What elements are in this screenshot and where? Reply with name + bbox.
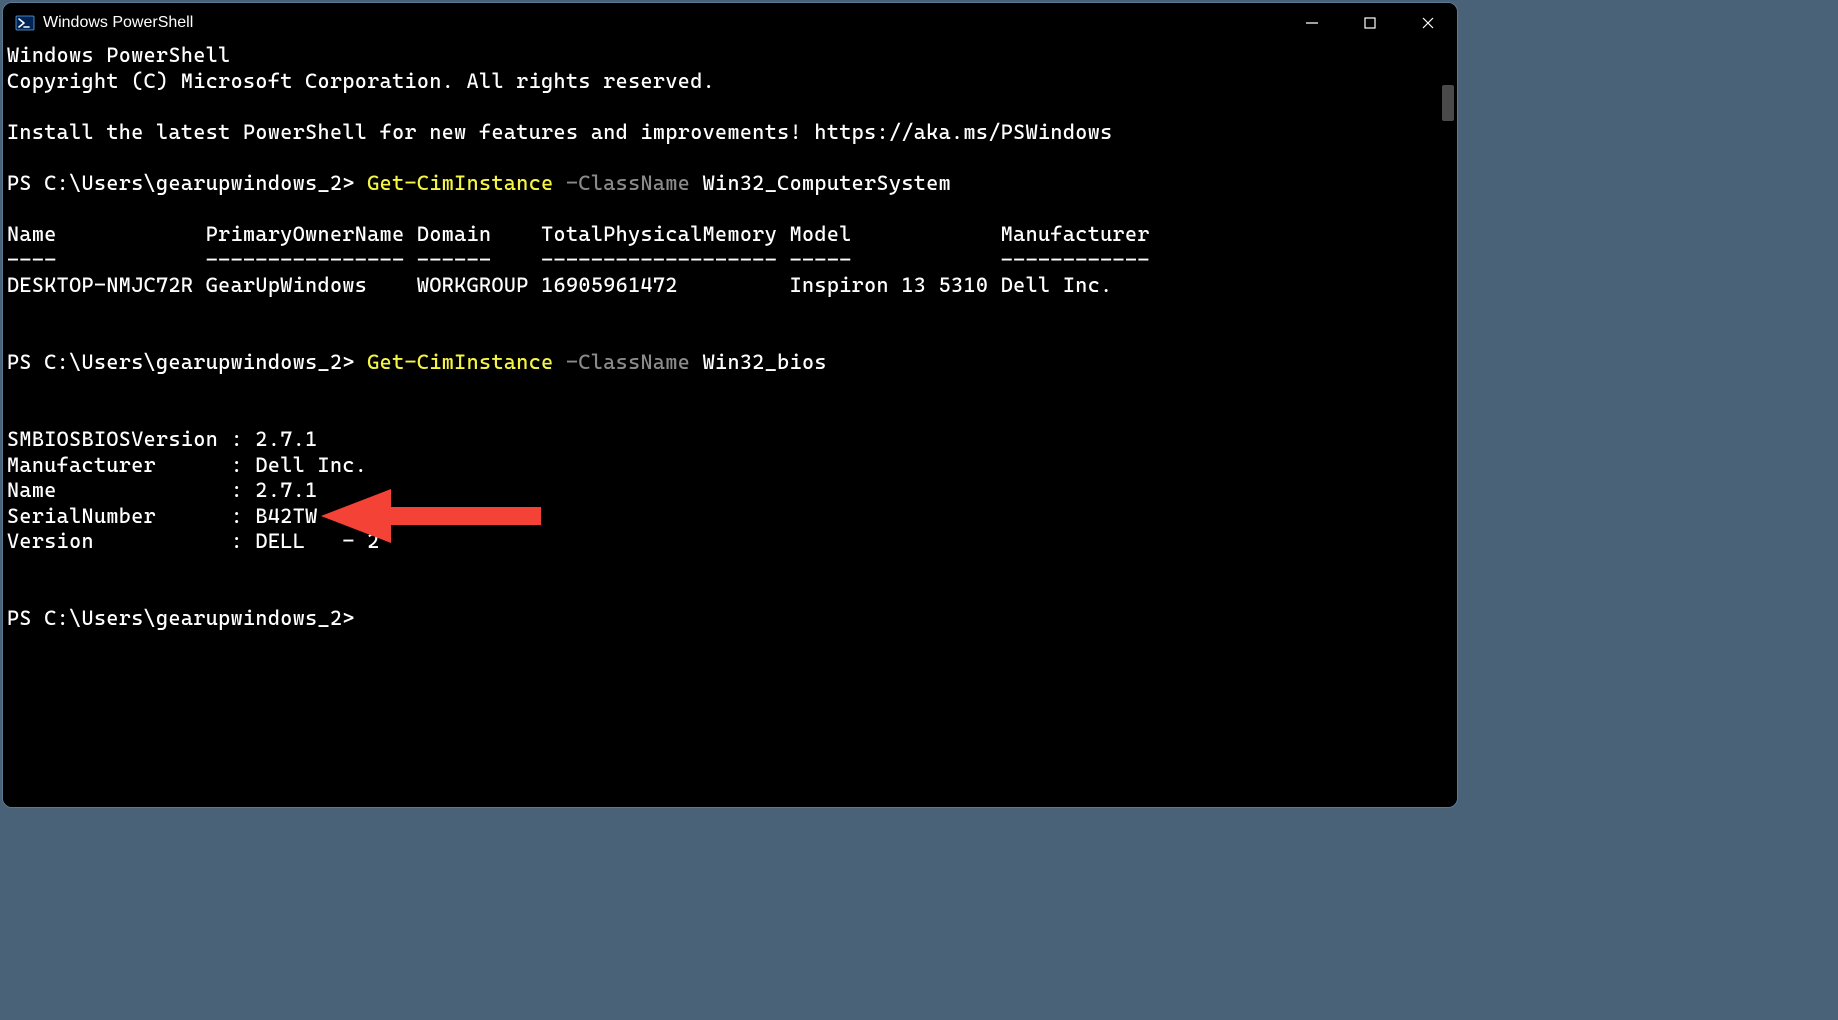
bios-line-4: SerialNumber : B42TW [7,504,318,528]
window-controls [1283,3,1457,43]
terminal-content: Windows PowerShell Copyright (C) Microso… [3,43,1457,632]
table-row: DESKTOP-NMJC72R GearUpWindows WORKGROUP … [7,273,1113,297]
window-title: Windows PowerShell [43,14,1283,32]
prompt-2: PS C:\Users\gearupwindows_2> [7,350,355,374]
minimize-button[interactable] [1283,3,1341,43]
prompt-3: PS C:\Users\gearupwindows_2> [7,606,355,630]
param-value-1: Win32_ComputerSystem [690,171,951,195]
bios-line-5: Version : DELL - 2 [7,529,380,553]
bios-line-1: SMBIOSBIOSVersion : 2.7.1 [7,427,318,451]
bios-line-3: Name : 2.7.1 [7,478,318,502]
maximize-button[interactable] [1341,3,1399,43]
banner-line1: Windows PowerShell [7,43,231,67]
table-divider: ---- ---------------- ------ -----------… [7,248,1150,272]
bios-line-2: Manufacturer : Dell Inc. [7,453,367,477]
cmdlet-1: Get-CimInstance [355,171,554,195]
prompt-1: PS C:\Users\gearupwindows_2> [7,171,355,195]
install-hint: Install the latest PowerShell for new fe… [7,120,1113,144]
param-flag-2: -ClassName [554,350,691,374]
title-bar[interactable]: Windows PowerShell [3,3,1457,43]
param-value-2: Win32_bios [690,350,827,374]
table-header: Name PrimaryOwnerName Domain TotalPhysic… [7,222,1150,246]
close-button[interactable] [1399,3,1457,43]
param-flag-1: -ClassName [554,171,691,195]
cmdlet-2: Get-CimInstance [355,350,554,374]
banner-line2: Copyright (C) Microsoft Corporation. All… [7,69,715,93]
powershell-icon [15,13,35,33]
powershell-window: Windows PowerShell Windows PowerShell Co… [2,2,1458,808]
terminal-body[interactable]: Windows PowerShell Copyright (C) Microso… [3,43,1457,807]
scrollbar-thumb[interactable] [1442,85,1454,121]
